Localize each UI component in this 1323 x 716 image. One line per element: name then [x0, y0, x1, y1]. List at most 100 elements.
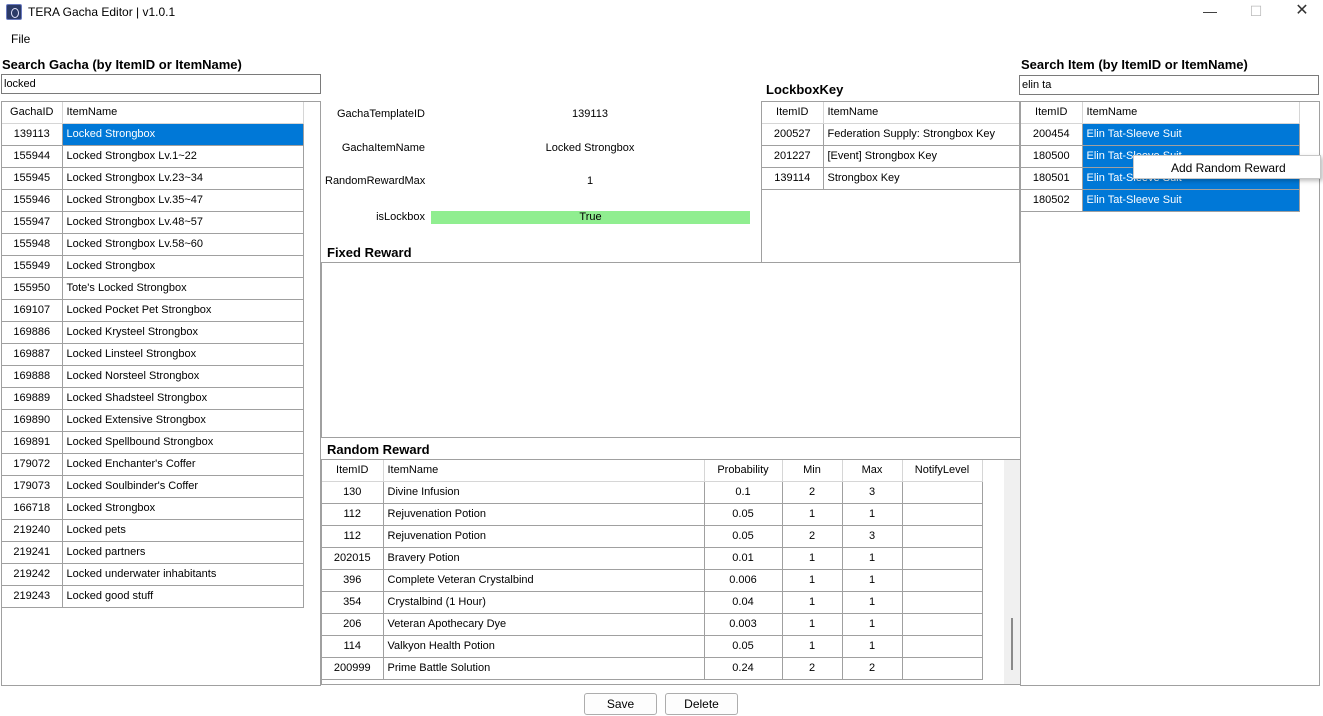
cell-itemid[interactable]: 114: [322, 635, 384, 658]
cell-itemid[interactable]: 200454: [1021, 123, 1083, 146]
cell-itemname[interactable]: Locked Linsteel Strongbox: [62, 343, 304, 366]
table-row[interactable]: 169887 Locked Linsteel Strongbox: [2, 343, 304, 366]
cell-gachaid[interactable]: 155945: [2, 167, 63, 190]
cell-itemname[interactable]: Crystalbind (1 Hour): [383, 591, 705, 614]
fixed-reward-grid[interactable]: [321, 262, 1021, 438]
cell-gachaid[interactable]: 169889: [2, 387, 63, 410]
gacha-item-name-value[interactable]: Locked Strongbox: [430, 142, 750, 154]
table-row[interactable]: 200454 Elin Tat-Sleeve Suit: [1021, 123, 1300, 146]
cell-gachaid[interactable]: 169890: [2, 409, 63, 432]
table-row[interactable]: 180502 Elin Tat-Sleeve Suit: [1021, 189, 1300, 212]
cell-itemid[interactable]: 200999: [322, 657, 384, 680]
table-row[interactable]: 219240 Locked pets: [2, 519, 304, 542]
cell-gachaid[interactable]: 169888: [2, 365, 63, 388]
is-lockbox-toggle[interactable]: True: [431, 211, 750, 224]
cell-itemname[interactable]: Locked pets: [62, 519, 304, 542]
cell-itemname[interactable]: Locked Shadsteel Strongbox: [62, 387, 304, 410]
cell-itemname[interactable]: Elin Tat-Sleeve Suit: [1082, 123, 1300, 146]
cell-min[interactable]: 1: [782, 613, 843, 636]
cell-max[interactable]: 3: [842, 525, 903, 548]
column-header-itemname[interactable]: ItemName: [1082, 102, 1300, 124]
table-row[interactable]: 219243 Locked good stuff: [2, 585, 304, 608]
cell-gachaid[interactable]: 169886: [2, 321, 63, 344]
cell-probability[interactable]: 0.05: [704, 635, 783, 658]
cell-itemid[interactable]: 354: [322, 591, 384, 614]
column-header-itemid[interactable]: ItemID: [322, 460, 384, 482]
cell-min[interactable]: 1: [782, 503, 843, 526]
cell-gachaid[interactable]: 219241: [2, 541, 63, 564]
cell-itemname[interactable]: Veteran Apothecary Dye: [383, 613, 705, 636]
close-button[interactable]: ✕: [1279, 0, 1323, 24]
cell-max[interactable]: 1: [842, 503, 903, 526]
cell-itemname[interactable]: Strongbox Key: [823, 167, 1019, 190]
cell-max[interactable]: 1: [842, 591, 903, 614]
cell-itemid[interactable]: 180501: [1021, 167, 1083, 190]
column-header-itemname[interactable]: ItemName: [383, 460, 705, 482]
table-row[interactable]: 155945 Locked Strongbox Lv.23~34: [2, 167, 304, 190]
cell-itemname[interactable]: Locked underwater inhabitants: [62, 563, 304, 586]
cell-itemname[interactable]: Locked Strongbox: [62, 497, 304, 520]
cell-probability[interactable]: 0.05: [704, 503, 783, 526]
table-row[interactable]: 169889 Locked Shadsteel Strongbox: [2, 387, 304, 410]
table-row[interactable]: 179072 Locked Enchanter's Coffer: [2, 453, 304, 476]
table-row[interactable]: 155947 Locked Strongbox Lv.48~57: [2, 211, 304, 234]
table-row[interactable]: 169888 Locked Norsteel Strongbox: [2, 365, 304, 388]
cell-itemname[interactable]: Locked Extensive Strongbox: [62, 409, 304, 432]
table-row[interactable]: 112 Rejuvenation Potion 0.05 2 3: [322, 525, 983, 548]
table-row[interactable]: 202015 Bravery Potion 0.01 1 1: [322, 547, 983, 570]
cell-probability[interactable]: 0.24: [704, 657, 783, 680]
cell-itemname[interactable]: Locked Strongbox: [62, 123, 304, 146]
table-row[interactable]: 112 Rejuvenation Potion 0.05 1 1: [322, 503, 983, 526]
column-header-itemname[interactable]: ItemName: [62, 102, 304, 124]
table-row[interactable]: 200999 Prime Battle Solution 0.24 2 2: [322, 657, 983, 680]
cell-notifylevel[interactable]: [902, 525, 983, 548]
cell-itemname[interactable]: Rejuvenation Potion: [383, 525, 705, 548]
cell-notifylevel[interactable]: [902, 547, 983, 570]
table-row[interactable]: 169890 Locked Extensive Strongbox: [2, 409, 304, 432]
cell-itemid[interactable]: 396: [322, 569, 384, 592]
table-row[interactable]: 166718 Locked Strongbox: [2, 497, 304, 520]
column-header-min[interactable]: Min: [782, 460, 843, 482]
cell-itemname[interactable]: Locked Krysteel Strongbox: [62, 321, 304, 344]
cell-min[interactable]: 1: [782, 591, 843, 614]
table-row[interactable]: 130 Divine Infusion 0.1 2 3: [322, 481, 983, 504]
cell-gachaid[interactable]: 155950: [2, 277, 63, 300]
cell-itemname[interactable]: Locked Norsteel Strongbox: [62, 365, 304, 388]
cell-gachaid[interactable]: 155949: [2, 255, 63, 278]
table-row[interactable]: 139114 Strongbox Key: [762, 167, 1019, 190]
cell-gachaid[interactable]: 219240: [2, 519, 63, 542]
cell-itemid[interactable]: 200527: [762, 123, 824, 146]
minimize-button[interactable]: —: [1187, 0, 1233, 24]
cell-notifylevel[interactable]: [902, 635, 983, 658]
save-button[interactable]: Save: [584, 693, 657, 715]
column-header-itemname[interactable]: ItemName: [823, 102, 1019, 124]
cell-gachaid[interactable]: 179073: [2, 475, 63, 498]
cell-itemid[interactable]: 139114: [762, 167, 824, 190]
item-search-input[interactable]: elin ta: [1019, 75, 1319, 95]
cell-itemname[interactable]: Locked Strongbox Lv.48~57: [62, 211, 304, 234]
maximize-button[interactable]: ☐: [1233, 0, 1279, 24]
cell-probability[interactable]: 0.006: [704, 569, 783, 592]
cell-itemname[interactable]: Rejuvenation Potion: [383, 503, 705, 526]
cell-notifylevel[interactable]: [902, 657, 983, 680]
cell-itemname[interactable]: Bravery Potion: [383, 547, 705, 570]
gacha-search-input[interactable]: locked: [1, 74, 321, 94]
table-row[interactable]: 396 Complete Veteran Crystalbind 0.006 1 1: [322, 569, 983, 592]
table-row[interactable]: 169886 Locked Krysteel Strongbox: [2, 321, 304, 344]
cell-notifylevel[interactable]: [902, 613, 983, 636]
cell-gachaid[interactable]: 169887: [2, 343, 63, 366]
cell-min[interactable]: 1: [782, 569, 843, 592]
delete-button[interactable]: Delete: [665, 693, 738, 715]
cell-itemid[interactable]: 180500: [1021, 145, 1083, 168]
table-row[interactable]: 155950 Tote's Locked Strongbox: [2, 277, 304, 300]
cell-itemid[interactable]: 202015: [322, 547, 384, 570]
cell-probability[interactable]: 0.04: [704, 591, 783, 614]
cell-itemname[interactable]: Locked Spellbound Strongbox: [62, 431, 304, 454]
table-row[interactable]: 155948 Locked Strongbox Lv.58~60: [2, 233, 304, 256]
cell-gachaid[interactable]: 139113: [2, 123, 63, 146]
cell-min[interactable]: 2: [782, 481, 843, 504]
scrollbar-thumb[interactable]: [1011, 618, 1013, 670]
cell-min[interactable]: 2: [782, 657, 843, 680]
cell-itemname[interactable]: Locked Strongbox Lv.1~22: [62, 145, 304, 168]
cell-itemname[interactable]: Locked Strongbox Lv.23~34: [62, 167, 304, 190]
